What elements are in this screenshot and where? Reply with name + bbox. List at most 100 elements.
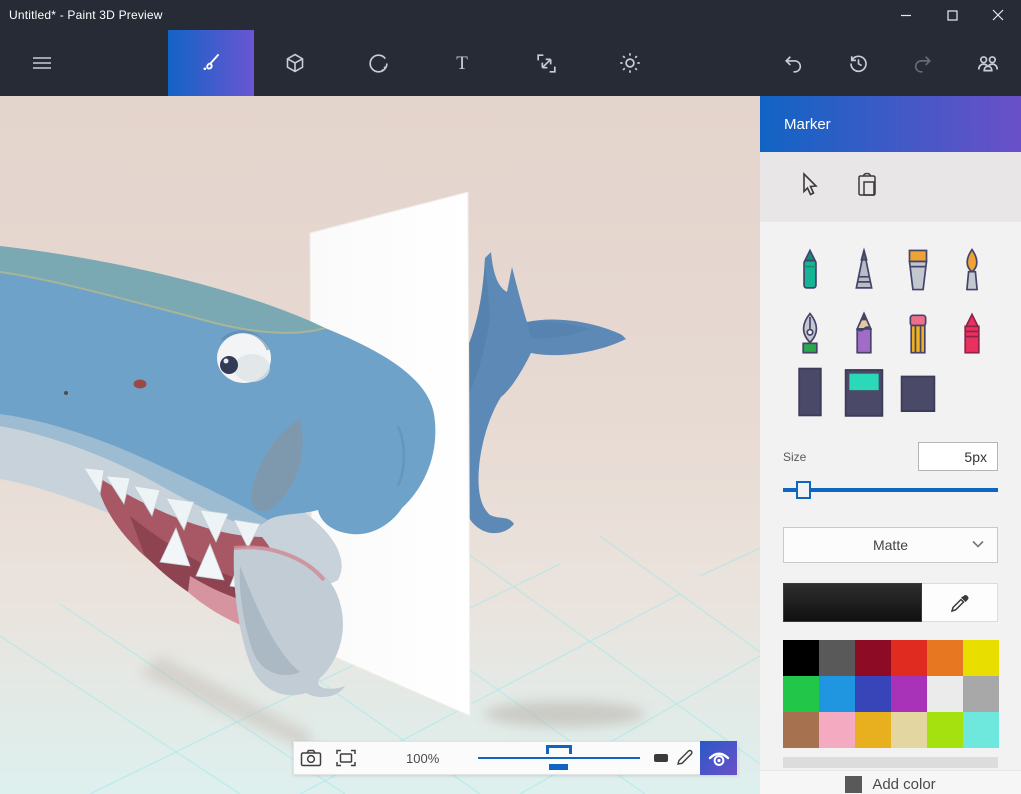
palette-swatch[interactable] [927, 640, 963, 676]
view-toolbar: 100% [293, 741, 738, 775]
flat-brush-tool-icon[interactable] [891, 242, 945, 298]
stamp-tool-icon[interactable] [891, 364, 945, 420]
current-color-swatch[interactable] [783, 583, 922, 622]
finish-dropdown[interactable]: Matte [783, 527, 998, 563]
people-community-icon [975, 50, 1001, 76]
zoom-slider-track[interactable] [478, 757, 640, 759]
marker-side-panel: Marker [760, 96, 1021, 794]
oil-brush-tool-icon[interactable] [945, 242, 999, 298]
marker-tool-icon[interactable] [783, 242, 837, 298]
palette-swatch[interactable] [963, 712, 999, 748]
fit-frame-icon [336, 749, 356, 767]
undo-button[interactable] [769, 30, 817, 96]
calligraphy-pen-tool-icon[interactable] [783, 306, 837, 362]
palette-swatch[interactable] [783, 712, 819, 748]
tab-stickers[interactable] [350, 30, 406, 96]
brush-icon [198, 50, 224, 76]
palette-swatch[interactable] [855, 676, 891, 712]
draw-button[interactable] [672, 742, 696, 774]
pixel-pen-tool-icon[interactable] [837, 242, 891, 298]
size-row: Size 5px [760, 442, 1021, 471]
size-slider-thumb[interactable] [796, 481, 811, 499]
fill-tool-icon[interactable] [837, 364, 891, 420]
crayon-tool-icon[interactable] [945, 306, 999, 362]
history-clock-icon [846, 51, 871, 76]
eyedropper-button[interactable] [922, 583, 998, 622]
tab-effects[interactable] [602, 30, 658, 96]
brush-tools-grid [760, 242, 1021, 362]
palette-swatch[interactable] [819, 676, 855, 712]
eraser-tool-icon[interactable] [891, 306, 945, 362]
color-palette [783, 640, 998, 748]
add-color-swatch-icon [845, 776, 862, 793]
tab-text[interactable]: T [434, 30, 490, 96]
panel-header: Marker [760, 96, 1021, 152]
pen-icon [674, 748, 694, 768]
palette-swatch[interactable] [963, 676, 999, 712]
text-icon: T [450, 50, 474, 76]
palette-swatch[interactable] [855, 712, 891, 748]
tab-canvas[interactable] [518, 30, 574, 96]
3d-view-toggle-active[interactable] [700, 741, 737, 775]
palette-swatch[interactable] [891, 676, 927, 712]
drawing-canvas-3d-view[interactable]: 100% [0, 96, 760, 794]
palette-swatch[interactable] [855, 640, 891, 676]
size-label: Size [783, 450, 806, 464]
maximize-icon [947, 10, 958, 21]
zoom-percentage: 100% [390, 751, 456, 766]
clipboard-paste-icon [856, 172, 878, 198]
eyedropper-icon [949, 592, 971, 614]
shark-shadow-right [485, 701, 645, 727]
brush-tools-grid-row3 [760, 364, 1021, 420]
palette-swatch[interactable] [927, 712, 963, 748]
size-slider-track[interactable] [783, 488, 998, 492]
palette-swatch[interactable] [819, 712, 855, 748]
size-input[interactable]: 5px [918, 442, 998, 471]
palette-scroll-track[interactable] [783, 757, 998, 768]
palette-swatch[interactable] [891, 712, 927, 748]
cursor-select-icon [798, 172, 822, 198]
window-title: Untitled* - Paint 3D Preview [0, 8, 163, 22]
mixed-reality-icon[interactable] [654, 754, 668, 762]
size-slider[interactable] [783, 479, 998, 501]
tab-3d-shapes[interactable] [267, 30, 323, 96]
color-row [783, 583, 998, 622]
maximize-button[interactable] [929, 0, 975, 30]
screenshot-button[interactable] [294, 742, 329, 774]
redo-button[interactable] [898, 30, 946, 96]
titlebar: Untitled* - Paint 3D Preview [0, 0, 1021, 30]
paste-button[interactable] [856, 172, 878, 203]
minimize-button[interactable] [883, 0, 929, 30]
camera-icon [300, 749, 322, 767]
select-tool-button[interactable] [798, 172, 822, 203]
panel-sub-toolbar [760, 152, 1021, 222]
palette-swatch[interactable] [927, 676, 963, 712]
sun-effects-icon [617, 50, 643, 76]
finish-selected-value: Matte [873, 537, 908, 553]
close-button[interactable] [975, 0, 1021, 30]
zoom-to-fit-button[interactable] [329, 742, 364, 774]
remix-3d-button[interactable] [964, 30, 1012, 96]
palette-swatch[interactable] [819, 640, 855, 676]
zoom-slider-thumb[interactable] [546, 745, 572, 754]
redo-icon [910, 51, 935, 76]
undo-icon [781, 51, 806, 76]
zoom-slider-thumb-bar [549, 764, 568, 770]
spray-can-tool-icon[interactable] [783, 364, 837, 420]
expand-canvas-icon [534, 51, 559, 76]
sticker-icon [366, 51, 391, 76]
pencil-tool-icon[interactable] [837, 306, 891, 362]
history-button[interactable] [834, 30, 882, 96]
zoom-slider[interactable] [478, 742, 640, 774]
menu-button[interactable] [16, 30, 68, 96]
add-color-button[interactable]: Add color [760, 770, 1021, 794]
cube-3d-icon [283, 50, 307, 76]
palette-swatch[interactable] [783, 640, 819, 676]
paint3d-window: Untitled* - Paint 3D Preview [0, 0, 1021, 794]
palette-swatch[interactable] [891, 640, 927, 676]
tab-brushes[interactable] [168, 30, 254, 96]
close-icon [992, 9, 1004, 21]
palette-swatch[interactable] [963, 640, 999, 676]
panel-title: Marker [760, 116, 831, 133]
palette-swatch[interactable] [783, 676, 819, 712]
